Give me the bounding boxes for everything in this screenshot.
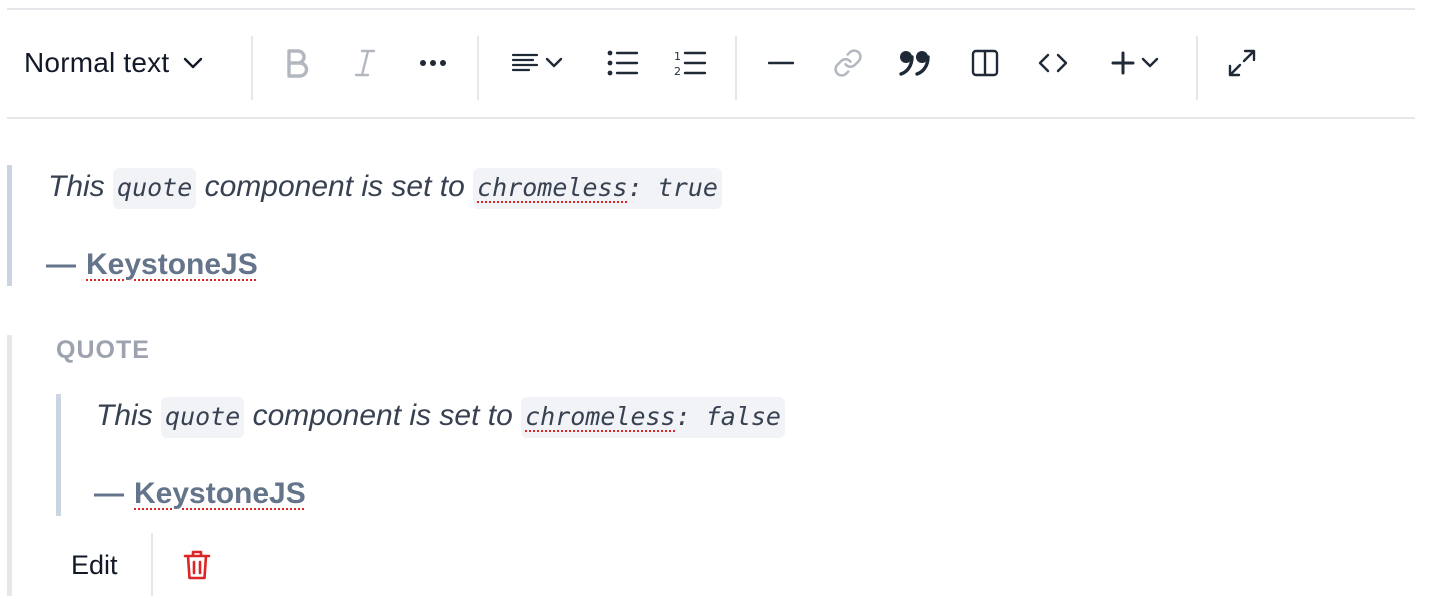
action-divider [151, 533, 153, 596]
alignment-dropdown[interactable] [505, 10, 569, 116]
chevron-down-icon [545, 57, 563, 68]
ordered-list-icon: 12 [674, 50, 707, 77]
editor-toolbar: Normal text 12 [0, 10, 1429, 116]
block-type-dropdown[interactable]: Normal text [24, 10, 203, 116]
toolbar-separator [1196, 36, 1198, 100]
toolbar-separator [735, 36, 737, 100]
quote-text[interactable]: This quote component is set to chromeles… [48, 168, 722, 209]
quote-button[interactable] [895, 10, 935, 116]
inline-code: chromeless: false [521, 397, 785, 438]
ordered-list-button[interactable]: 12 [670, 10, 710, 116]
divider-button[interactable] [761, 10, 801, 116]
code-block-button[interactable] [1033, 10, 1073, 116]
attribution-dash: — [46, 248, 76, 281]
more-horizontal-icon [420, 60, 446, 66]
component-block-label: QUOTE [56, 336, 150, 364]
svg-text:1: 1 [674, 50, 681, 63]
columns-icon [971, 49, 999, 77]
toolbar-separator [477, 36, 479, 100]
code-icon [1038, 53, 1068, 73]
bold-button[interactable] [277, 10, 317, 116]
inline-code: quote [161, 397, 245, 438]
align-left-icon [511, 53, 539, 72]
attribution-text: KeystoneJS [134, 477, 306, 510]
trash-icon [183, 550, 211, 580]
expand-button[interactable] [1222, 10, 1262, 116]
toolbar-bottom-border [7, 117, 1415, 119]
horizontal-rule-icon [768, 61, 794, 65]
attribution-text: KeystoneJS [86, 248, 258, 281]
toolbar-separator [251, 36, 253, 100]
insert-dropdown[interactable] [1105, 10, 1165, 116]
inline-code: quote [113, 168, 197, 209]
delete-button[interactable] [180, 546, 214, 584]
quote-attribution[interactable]: — KeystoneJS [46, 248, 258, 282]
attribution-dash: — [94, 477, 124, 510]
quote-border [56, 394, 61, 516]
bold-icon [287, 49, 309, 78]
maximize-icon [1228, 49, 1256, 77]
link-icon [834, 49, 862, 77]
component-block-border [7, 335, 12, 596]
plus-icon [1111, 51, 1135, 75]
chevron-down-icon [184, 57, 203, 69]
more-formatting-button[interactable] [412, 10, 454, 116]
quote-text[interactable]: This quote component is set to chromeles… [96, 397, 785, 438]
quote-icon [899, 51, 930, 76]
svg-text:2: 2 [674, 65, 681, 77]
italic-icon [354, 49, 376, 77]
chevron-down-icon [1141, 57, 1159, 68]
inline-code: chromeless: true [473, 168, 722, 209]
layout-button[interactable] [965, 10, 1005, 116]
block-type-label: Normal text [24, 47, 170, 78]
edit-button[interactable]: Edit [71, 550, 118, 581]
quote-border [7, 165, 12, 286]
link-button[interactable] [828, 10, 868, 116]
italic-button[interactable] [345, 10, 385, 116]
quote-attribution[interactable]: — KeystoneJS [94, 477, 306, 511]
bullet-list-icon [607, 50, 639, 76]
bullet-list-button[interactable] [603, 10, 643, 116]
